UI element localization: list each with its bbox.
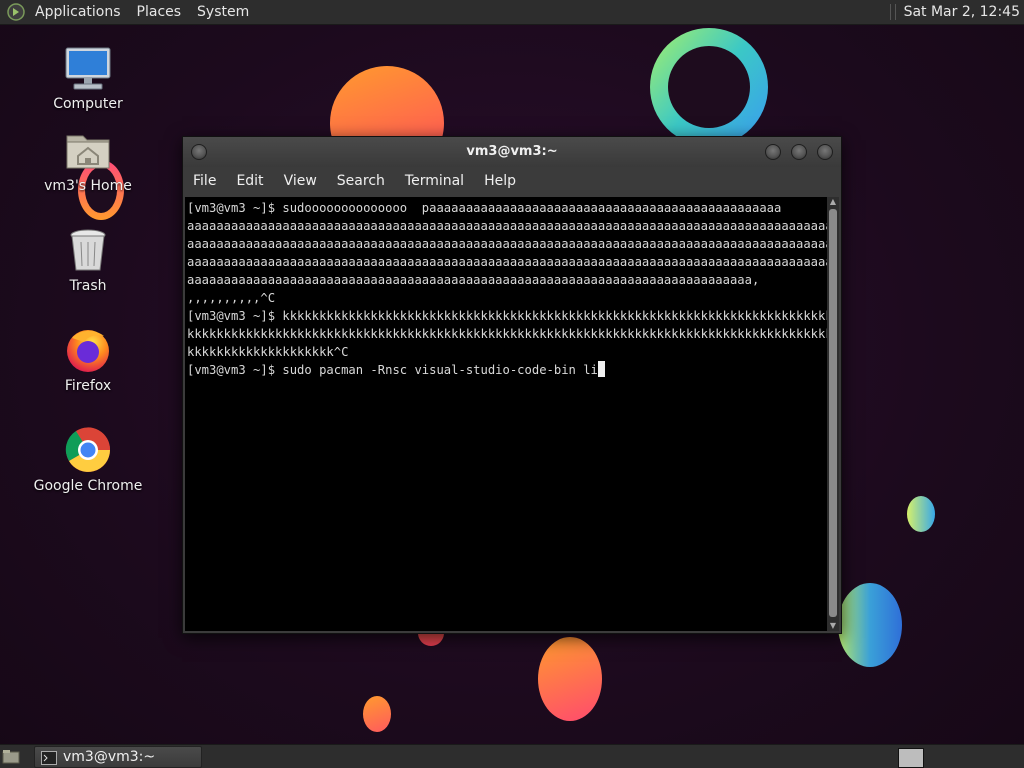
menu-search[interactable]: Search <box>327 173 395 189</box>
system-menu[interactable]: System <box>189 0 257 24</box>
desktop-icon-firefox[interactable]: Firefox <box>33 326 143 394</box>
terminal-window[interactable]: vm3@vm3:~ File Edit View Search Terminal… <box>182 136 842 634</box>
terminal-icon <box>41 750 57 765</box>
clock-area: Sat Mar 2, 12:45 <box>889 0 1024 24</box>
terminal-line: aaaaaaaaaaaaaaaaaaaaaaaaaaaaaaaaaaaaaaaa… <box>187 255 827 269</box>
chrome-icon <box>64 426 112 474</box>
terminal-menubar: File Edit View Search Terminal Help <box>183 167 841 195</box>
text-cursor <box>597 361 605 377</box>
bottom-panel: vm3@vm3:~ <box>0 744 1024 768</box>
terminal-line: [vm3@vm3 ~]$ sudoooooooooooooo paaaaaaaa… <box>187 201 782 215</box>
menu-help[interactable]: Help <box>474 173 526 189</box>
menu-view[interactable]: View <box>274 173 327 189</box>
scroll-up-arrow-icon[interactable]: ▲ <box>827 197 839 207</box>
panel-separator <box>889 4 896 20</box>
show-desktop-icon[interactable] <box>2 748 20 766</box>
current-command[interactable]: [vm3@vm3 ~]$ sudo pacman -Rnsc visual-st… <box>187 363 598 377</box>
terminal-scrollbar[interactable]: ▲ ▼ <box>827 197 839 631</box>
distro-logo-icon[interactable] <box>7 3 25 21</box>
trash-icon <box>64 226 112 274</box>
taskbar-item-label: vm3@vm3:~ <box>63 749 156 765</box>
terminal-line: aaaaaaaaaaaaaaaaaaaaaaaaaaaaaaaaaaaaaaaa… <box>187 237 827 251</box>
desktop-icon-trash[interactable]: Trash <box>33 226 143 294</box>
terminal-input-line[interactable]: [vm3@vm3 ~]$ sudo pacman -Rnsc visual-st… <box>187 361 827 379</box>
terminal-line: [vm3@vm3 ~]$ kkkkkkkkkkkkkkkkkkkkkkkkkkk… <box>187 309 827 323</box>
desktop-icon-label: vm3's Home <box>44 178 132 194</box>
terminal-line: ,,,,,,,,,,^C <box>187 291 276 305</box>
menu-edit[interactable]: Edit <box>226 173 273 189</box>
applications-menu[interactable]: Applications <box>27 0 129 24</box>
terminal-line: kkkkkkkkkkkkkkkkkkkkkkkkkkkkkkkkkkkkkkkk… <box>187 327 827 341</box>
scrollbar-thumb[interactable] <box>829 209 837 617</box>
minimize-button[interactable] <box>765 144 781 160</box>
desktop-icon-label: Firefox <box>64 378 112 394</box>
desktop-icon-label: Trash <box>69 278 107 294</box>
window-title: vm3@vm3:~ <box>466 144 558 159</box>
desktop-icon-chrome[interactable]: Google Chrome <box>33 426 143 494</box>
workspace-switcher[interactable] <box>898 748 924 768</box>
terminal-line: kkkkkkkkkkkkkkkkkkkk^C <box>187 345 349 359</box>
clock[interactable]: Sat Mar 2, 12:45 <box>904 4 1024 20</box>
places-menu[interactable]: Places <box>129 0 190 24</box>
terminal-output[interactable]: [vm3@vm3 ~]$ sudoooooooooooooo paaaaaaaa… <box>185 197 827 631</box>
top-panel: Applications Places System Sat Mar 2, 12… <box>0 0 1024 25</box>
desktop-icon-home[interactable]: vm3's Home <box>33 126 143 194</box>
scroll-down-arrow-icon[interactable]: ▼ <box>827 621 839 631</box>
maximize-button[interactable] <box>791 144 807 160</box>
close-button[interactable] <box>817 144 833 160</box>
window-menu-button[interactable] <box>191 144 207 160</box>
desktop-icon-label: Computer <box>53 96 123 112</box>
firefox-icon <box>64 326 112 374</box>
taskbar-item-terminal[interactable]: vm3@vm3:~ <box>34 746 202 768</box>
terminal-line: aaaaaaaaaaaaaaaaaaaaaaaaaaaaaaaaaaaaaaaa… <box>187 219 827 233</box>
menu-file[interactable]: File <box>183 173 226 189</box>
menu-terminal[interactable]: Terminal <box>395 173 474 189</box>
desktop-icon-label: Google Chrome <box>33 478 143 494</box>
desktop-icon-computer[interactable]: Computer <box>33 44 143 112</box>
home-folder-icon <box>64 126 112 174</box>
terminal-line: aaaaaaaaaaaaaaaaaaaaaaaaaaaaaaaaaaaaaaaa… <box>187 273 760 287</box>
terminal-titlebar[interactable]: vm3@vm3:~ <box>183 137 841 167</box>
computer-icon <box>64 44 112 92</box>
